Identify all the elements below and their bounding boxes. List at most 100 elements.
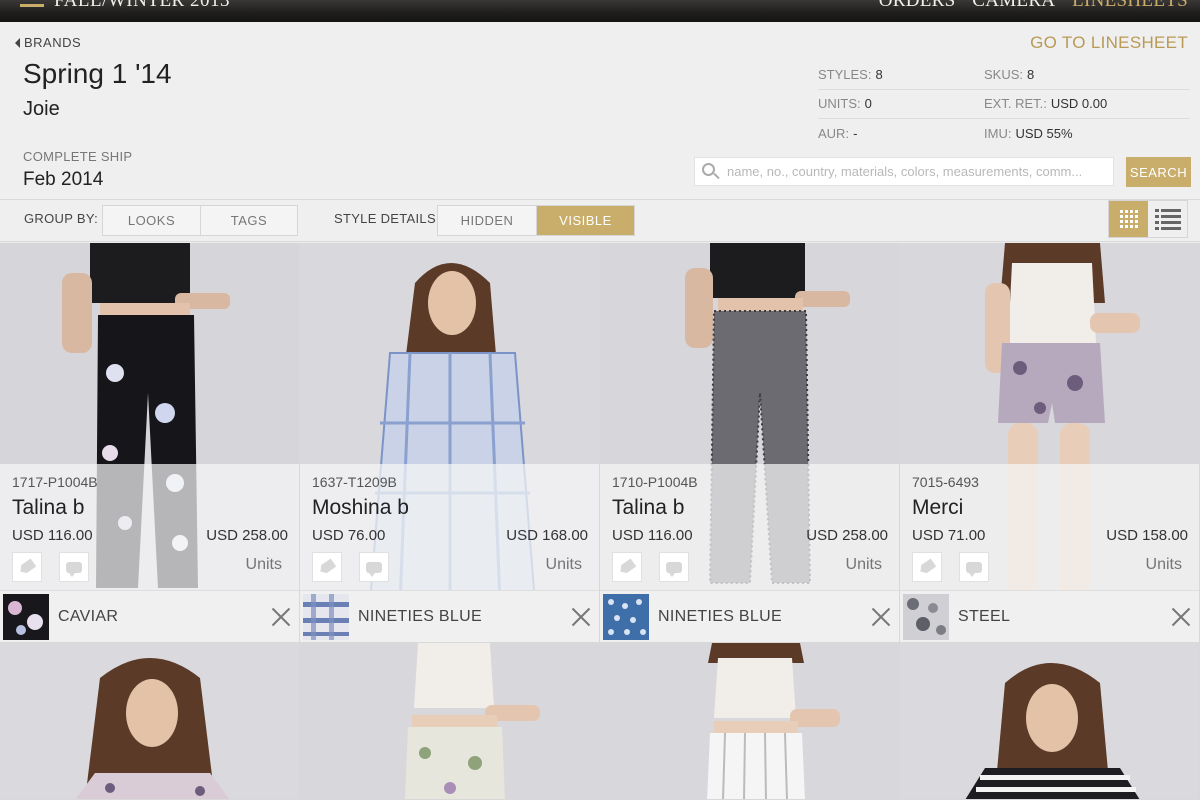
color-name: NINETIES BLUE (658, 608, 782, 625)
search-field (694, 157, 1114, 186)
tag-button[interactable] (312, 552, 342, 582)
close-icon[interactable] (1170, 606, 1192, 628)
units-input[interactable] (792, 556, 882, 574)
color-name: STEEL (958, 608, 1011, 625)
stats-row: AUR: - IMU: USD 55% (818, 119, 1190, 149)
wholesale-price: USD 116.00 (12, 527, 93, 544)
filter-toolbar: GROUP BY: LOOKS TAGS STYLE DETAILS: HIDD… (0, 199, 1200, 242)
group-by-label: GROUP BY: (24, 211, 98, 226)
view-mode-toggle (1108, 200, 1188, 238)
complete-ship-label: COMPLETE SHIP (23, 149, 133, 164)
color-name: NINETIES BLUE (358, 608, 482, 625)
wholesale-price: USD 116.00 (612, 527, 693, 544)
search-input[interactable] (727, 164, 1107, 179)
product-grid: 1717-P1004B Talina b USD 116.00 USD 258.… (0, 243, 1200, 800)
chevron-left-icon (15, 37, 20, 48)
product-card[interactable] (300, 643, 600, 800)
product-photo[interactable] (900, 643, 1199, 799)
color-swatch (303, 594, 349, 640)
complete-ship-value: Feb 2014 (23, 169, 104, 190)
list-view-button[interactable] (1148, 201, 1187, 237)
comment-button[interactable] (659, 552, 689, 582)
stat-imu: IMU: USD 55% (984, 126, 1073, 142)
retail-price: USD 258.00 (206, 527, 288, 544)
style-details-label: STYLE DETAILS: (334, 211, 440, 226)
product-card[interactable]: 1710-P1004B Talina b USD 116.00 USD 258.… (600, 243, 900, 643)
group-by-looks-button[interactable]: LOOKS (103, 206, 200, 235)
tag-button[interactable] (912, 552, 942, 582)
color-swatch (903, 594, 949, 640)
product-sku: 7015-6493 (912, 474, 979, 490)
tag-icon (318, 558, 337, 575)
tag-button[interactable] (612, 552, 642, 582)
comment-icon (66, 561, 82, 577)
units-input[interactable] (192, 556, 282, 574)
stat-skus: SKUS: 8 (984, 66, 1035, 82)
color-swatch (603, 594, 649, 640)
summary-stats: STYLES: 8 SKUS: 8 UNITS: 0 EXT. RET.: USD 0.… (818, 60, 1190, 149)
stats-row: STYLES: 8 SKUS: 8 (818, 60, 1190, 90)
stat-ext-ret: EXT. RET.: USD 0.00 (984, 96, 1108, 112)
nav-linesheets[interactable]: LINESHEETS (1072, 0, 1188, 11)
color-row: STEEL (900, 590, 1199, 642)
style-details-visible-button[interactable]: VISIBLE (536, 206, 634, 235)
product-name: Merci (912, 496, 964, 519)
product-sku: 1637-T1209B (312, 474, 397, 490)
page-title: Spring 1 '14 (23, 58, 172, 89)
top-nav: ORDERS CAMERA LINESHEETS (867, 0, 1188, 12)
season-title[interactable]: FALL/WINTER 2013 (54, 0, 230, 12)
units-input[interactable] (1092, 556, 1182, 574)
product-card[interactable]: 1717-P1004B Talina b USD 116.00 USD 258.… (0, 243, 300, 643)
comment-button[interactable] (59, 552, 89, 582)
grid-icon (1119, 210, 1138, 228)
product-info: 1710-P1004B Talina b USD 116.00 USD 258.… (600, 464, 899, 590)
product-photo[interactable] (0, 643, 299, 799)
units-input[interactable] (492, 556, 582, 574)
color-row: CAVIAR (0, 590, 299, 642)
stat-styles: STYLES: 8 (818, 66, 883, 82)
color-row: NINETIES BLUE (300, 590, 599, 642)
retail-price: USD 158.00 (1106, 527, 1188, 544)
product-photo[interactable] (300, 643, 599, 799)
product-info: 1637-T1209B Moshina b USD 76.00 USD 168.… (300, 464, 599, 590)
comment-button[interactable] (959, 552, 989, 582)
comment-icon (366, 561, 382, 577)
group-by-segmented: LOOKS TAGS (102, 205, 298, 236)
product-photo[interactable] (600, 643, 899, 799)
comment-icon (966, 561, 982, 577)
tag-button[interactable] (12, 552, 42, 582)
tag-icon (618, 558, 637, 575)
comment-button[interactable] (359, 552, 389, 582)
group-by-tags-button[interactable]: TAGS (200, 206, 297, 235)
search-button[interactable]: SEARCH (1126, 157, 1191, 187)
close-icon[interactable] (570, 606, 592, 628)
close-icon[interactable] (870, 606, 892, 628)
style-details-hidden-button[interactable]: HIDDEN (438, 206, 536, 235)
wholesale-price: USD 71.00 (912, 527, 986, 544)
back-to-brands-button[interactable]: BRANDS (15, 35, 81, 50)
nav-camera[interactable]: CAMERA (972, 0, 1055, 11)
product-sku: 1710-P1004B (612, 474, 698, 490)
tag-icon (18, 558, 37, 575)
product-card[interactable] (900, 643, 1200, 800)
menu-icon[interactable] (20, 4, 44, 7)
product-card[interactable] (600, 643, 900, 800)
retail-price: USD 258.00 (806, 527, 888, 544)
go-to-linesheet-link[interactable]: GO TO LINESHEET (1030, 33, 1188, 53)
close-icon[interactable] (270, 606, 292, 628)
product-card[interactable]: 1637-T1209B Moshina b USD 76.00 USD 168.… (300, 243, 600, 643)
grid-view-button[interactable] (1109, 201, 1148, 237)
stat-units: UNITS: 0 (818, 96, 872, 112)
linesheet-header: BRANDS Spring 1 '14 Joie COMPLETE SHIP F… (0, 22, 1200, 199)
product-sku: 1717-P1004B (12, 474, 98, 490)
product-info: 1717-P1004B Talina b USD 116.00 USD 258.… (0, 464, 299, 590)
stat-aur: AUR: - (818, 126, 858, 142)
product-card[interactable] (0, 643, 300, 800)
stats-row: UNITS: 0 EXT. RET.: USD 0.00 (818, 90, 1190, 119)
nav-orders[interactable]: ORDERS (879, 0, 956, 11)
product-card[interactable]: 7015-6493 Merci USD 71.00 USD 158.00 STE… (900, 243, 1200, 643)
style-details-segmented: HIDDEN VISIBLE (437, 205, 635, 236)
brand-name: Joie (23, 98, 60, 120)
color-row: NINETIES BLUE (600, 590, 899, 642)
product-name: Moshina b (312, 496, 409, 519)
